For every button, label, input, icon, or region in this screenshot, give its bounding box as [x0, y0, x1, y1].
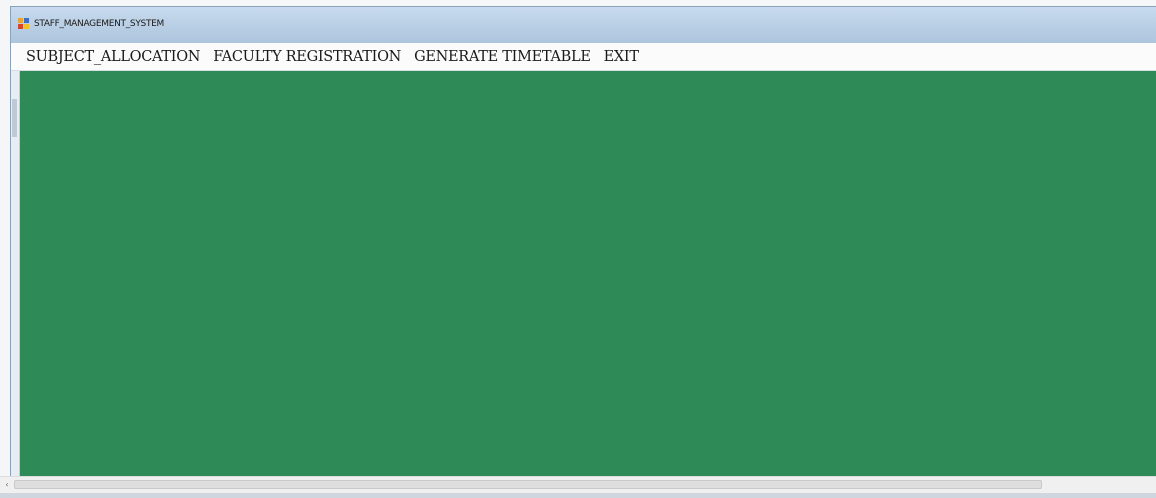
- screen: STAFF_MANAGEMENT_SYSTEM SUBJECT_ALLOCATI…: [0, 0, 1156, 498]
- title-bar[interactable]: STAFF_MANAGEMENT_SYSTEM: [11, 7, 1156, 43]
- bottom-edge: [0, 493, 1156, 498]
- app-form-icon[interactable]: [18, 18, 30, 29]
- horizontal-scrollbar[interactable]: ‹: [0, 476, 1156, 493]
- scroll-left-arrow-icon[interactable]: ‹: [3, 480, 11, 490]
- main-window: STAFF_MANAGEMENT_SYSTEM SUBJECT_ALLOCATI…: [10, 6, 1156, 483]
- menu-item-subject-allocation[interactable]: SUBJECT_ALLOCATION: [26, 49, 200, 65]
- menu-item-generate-timetable[interactable]: GENERATE TIMETABLE: [414, 49, 591, 65]
- menu-item-faculty-registration[interactable]: FACULTY REGISTRATION: [213, 49, 401, 65]
- left-strip-notch: [12, 99, 17, 137]
- menu-item-exit[interactable]: EXIT: [604, 49, 639, 65]
- scrollbar-thumb[interactable]: [14, 480, 1042, 489]
- left-border-strip: [11, 71, 20, 483]
- menu-bar: SUBJECT_ALLOCATION FACULTY REGISTRATION …: [11, 43, 1156, 71]
- client-area: [20, 71, 1156, 483]
- window-title: STAFF_MANAGEMENT_SYSTEM: [34, 19, 164, 29]
